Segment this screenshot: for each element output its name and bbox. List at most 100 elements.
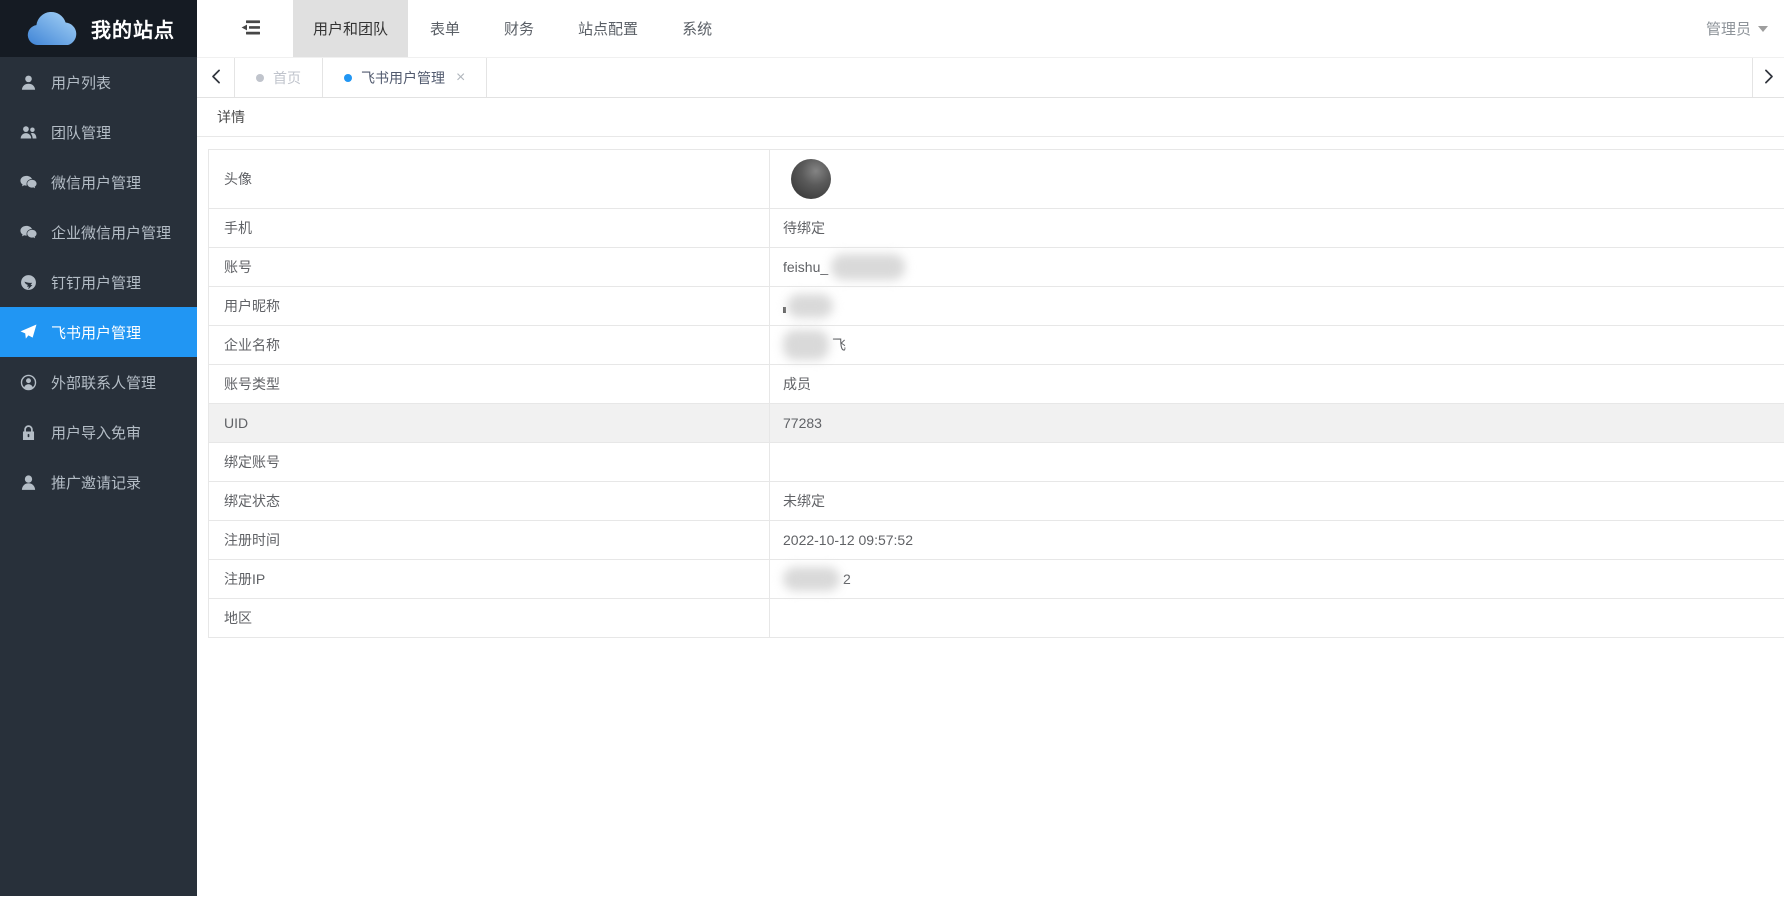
sidebar: 我的站点 用户列表团队管理微信用户管理企业微信用户管理 钉钉用户管理飞书用户管理外… (0, 0, 197, 896)
detail-label: 企业名称 (209, 326, 770, 364)
redacted-blur (783, 330, 829, 360)
sidebar-item[interactable]: 飞书用户管理 (0, 307, 197, 357)
detail-value (770, 443, 1784, 481)
fullscreen-button[interactable] (1643, 0, 1696, 57)
detail-label: 绑定状态 (209, 482, 770, 520)
user-icon (18, 74, 38, 91)
detail-value-text: 待绑定 (783, 220, 825, 236)
sidebar-item[interactable]: 企业微信用户管理 (0, 207, 197, 257)
detail-value-text: 2022-10-12 09:57:52 (783, 532, 913, 548)
navbar-spacer (734, 0, 1537, 57)
page-tab-label: 首页 (273, 69, 301, 86)
sidebar-item[interactable]: 用户导入免审 (0, 407, 197, 457)
caret-down-icon (1758, 25, 1768, 32)
main-area: 用户和团队 表单 财务 站点配置 系统 管理员 首页 飞书用户管理 × 详情 头像 手机 待绑定… (197, 0, 1784, 897)
sidebar-item-label: 外部联系人管理 (51, 374, 157, 392)
detail-row: 绑定状态 未绑定 (209, 482, 1784, 521)
top-navbar: 用户和团队 表单 财务 站点配置 系统 管理员 (197, 0, 1784, 57)
detail-value: feishu_ (770, 248, 1784, 286)
trash-button[interactable] (1590, 0, 1643, 57)
site-title: 我的站点 (91, 20, 175, 42)
tabs-scroll-left-button[interactable] (197, 58, 235, 97)
page-tabbar: 首页 飞书用户管理 × (197, 57, 1784, 98)
detail-label: 手机 (209, 209, 770, 247)
top-nav-tab[interactable]: 系统 (660, 0, 734, 57)
sidebar-item-label: 用户导入免审 (51, 424, 142, 442)
menu-fold-icon (240, 19, 261, 39)
sidebar-collapse-button[interactable] (227, 0, 273, 57)
detail-row: 注册IP 2 (209, 560, 1784, 599)
sidebar-item-label: 团队管理 (51, 124, 112, 142)
detail-table: 头像 手机 待绑定 账号 feishu_ 用户昵称 企业名称飞账号类型 成员 UID 77283 绑… (208, 149, 1784, 638)
sidebar-item[interactable]: 推广邀请记录 (0, 457, 197, 507)
detail-value: 未绑定 (770, 482, 1784, 520)
detail-label: 地区 (209, 599, 770, 637)
top-nav-tab[interactable]: 表单 (408, 0, 482, 57)
refresh-button[interactable] (1537, 0, 1590, 57)
detail-label: 绑定账号 (209, 443, 770, 481)
detail-label: 注册时间 (209, 521, 770, 559)
sidebar-item-label: 企业微信用户管理 (51, 224, 172, 242)
detail-value: 2022-10-12 09:57:52 (770, 521, 1784, 559)
redacted-blur (787, 294, 833, 318)
detail-value: 77283 (770, 404, 1784, 442)
detail-label: 注册IP (209, 560, 770, 598)
detail-label: 头像 (209, 150, 770, 208)
avatar (791, 159, 831, 199)
redacted-fragment (783, 307, 786, 313)
sidebar-item[interactable]: 钉钉用户管理 (0, 257, 197, 307)
detail-row: 用户昵称 (209, 287, 1784, 326)
detail-value (770, 287, 1784, 325)
detail-row: 地区 (209, 599, 1784, 638)
detail-value (770, 599, 1784, 637)
page-tabs: 首页 飞书用户管理 × (235, 58, 488, 97)
top-nav-tab[interactable]: 用户和团队 (293, 0, 409, 57)
sidebar-item[interactable]: 外部联系人管理 (0, 357, 197, 407)
sidebar-item-label: 微信用户管理 (51, 174, 142, 192)
detail-value-text: 成员 (783, 376, 811, 392)
page-tab[interactable]: 首页 (235, 58, 323, 97)
detail-value: 待绑定 (770, 209, 1784, 247)
detail-value: 飞 (770, 326, 1784, 364)
top-nav-tabs: 用户和团队 表单 财务 站点配置 系统 (293, 0, 734, 57)
detail-label: 用户昵称 (209, 287, 770, 325)
close-icon[interactable]: × (456, 69, 465, 86)
app-root: 我的站点 用户列表 团队管理 微信用户管理 企业微信用户管理 钉钉用户管理 飞书用户管理外… (0, 0, 1784, 897)
cloud-logo-icon (24, 10, 80, 48)
lock-icon (18, 424, 38, 441)
dingtalk-icon (18, 274, 38, 291)
detail-row: 账号类型 成员 (209, 365, 1784, 404)
panel-heading: 详情 (197, 98, 1784, 137)
detail-value: 2 (770, 560, 1784, 598)
sidebar-item[interactable]: 团队管理 (0, 107, 197, 157)
detail-row: 注册时间 2022-10-12 09:57:52 (209, 521, 1784, 560)
detail-value-text: 未绑定 (783, 493, 825, 509)
detail-label: 账号类型 (209, 365, 770, 403)
admin-dropdown[interactable]: 管理员 (1706, 0, 1768, 57)
paper-plane-icon (18, 324, 38, 341)
top-nav-tab[interactable]: 财务 (482, 0, 556, 57)
detail-row: 绑定账号 (209, 443, 1784, 482)
redacted-blur (783, 567, 840, 591)
sidebar-item-label: 推广邀请记录 (51, 474, 142, 492)
user-outline-icon (18, 474, 38, 491)
content: 详情 头像 手机 待绑定 账号 feishu_ 用户昵称 企业名称飞账号类型 成员 UID 772… (197, 98, 1784, 897)
tabs-scroll-right-button[interactable] (1752, 58, 1784, 97)
logo[interactable]: 我的站点 (0, 0, 197, 57)
tabbar-spacer (487, 58, 1752, 97)
detail-row: UID 77283 (209, 404, 1784, 443)
sidebar-item-label: 钉钉用户管理 (51, 274, 142, 292)
chevron-left-icon (211, 69, 221, 87)
tab-status-dot-icon (256, 73, 264, 82)
detail-value (770, 150, 1784, 208)
page-tab[interactable]: 飞书用户管理 × (323, 58, 488, 97)
sidebar-item-label: 用户列表 (51, 74, 112, 92)
sidebar-item[interactable]: 用户列表 (0, 57, 197, 107)
redacted-blur (831, 254, 906, 280)
detail-value-text: feishu_ (783, 259, 829, 275)
top-nav-tab[interactable]: 站点配置 (556, 0, 660, 57)
detail-value-text: 77283 (783, 415, 822, 431)
page-tab-label: 飞书用户管理 (361, 69, 445, 86)
detail-row: 头像 (209, 150, 1784, 209)
sidebar-item[interactable]: 微信用户管理 (0, 157, 197, 207)
